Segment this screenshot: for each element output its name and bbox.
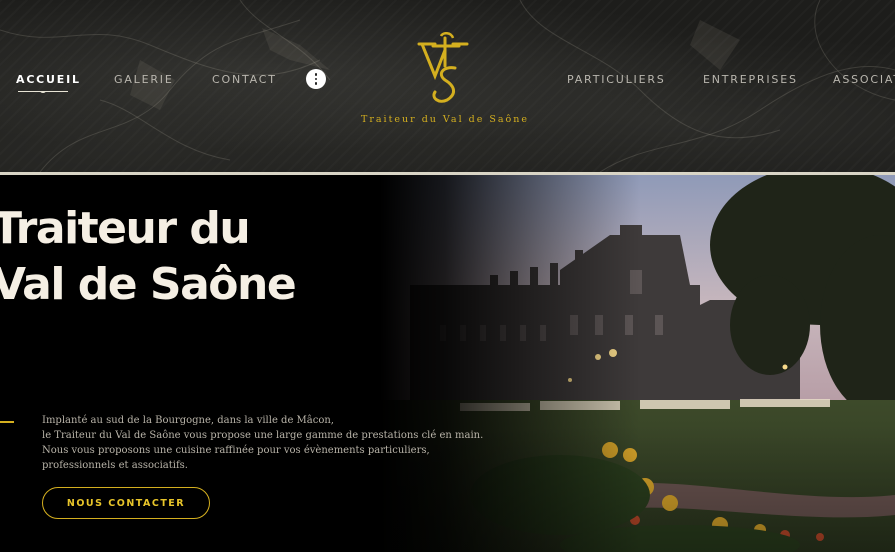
hero-title-line2: Val de Saône [0, 259, 297, 310]
more-menu-button[interactable] [306, 69, 326, 89]
hero-section: Traiteur du Val de Saône Implanté au sud… [0, 175, 895, 552]
nav-contact[interactable]: CONTACT [212, 73, 277, 86]
logo-monogram[interactable] [413, 32, 471, 106]
nav-entreprises[interactable]: ENTREPRISES [703, 73, 798, 86]
active-underline-ornament [40, 89, 46, 93]
hero-title: Traiteur du Val de Saône [0, 201, 297, 313]
hero-description: Implanté au sud de la Bourgogne, dans la… [42, 415, 484, 471]
accent-line [0, 421, 14, 423]
logo-text: Traiteur du Val de Saône [361, 114, 529, 125]
nav-associations[interactable]: ASSOCIATIONS [833, 73, 895, 86]
nav-particuliers[interactable]: PARTICULIERS [567, 73, 666, 86]
nav-accueil[interactable]: ACCUEIL [16, 73, 81, 86]
site-header: ACCUEIL GALERIE CONTACT Traiteur du Val … [0, 0, 895, 172]
nav-galerie[interactable]: GALERIE [114, 73, 174, 86]
hero-title-line1: Traiteur du [0, 203, 251, 254]
vertical-dots-icon [314, 73, 318, 76]
contact-cta-button[interactable]: NOUS CONTACTER [42, 487, 210, 519]
